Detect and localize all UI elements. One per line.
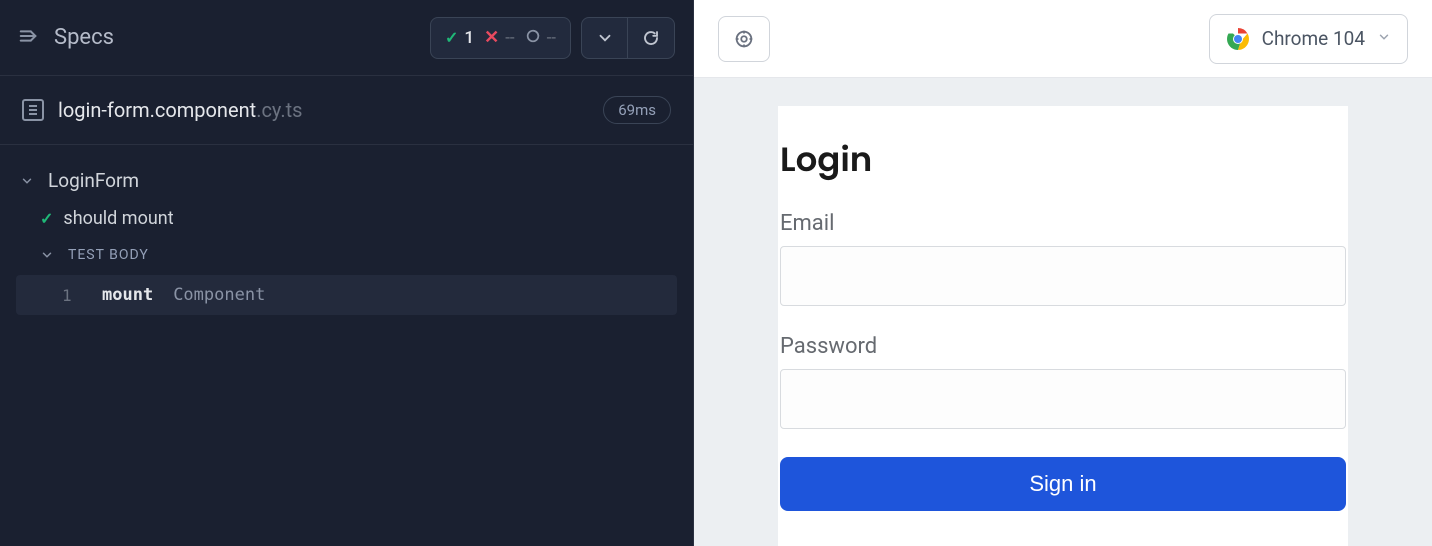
selector-playground-button[interactable] xyxy=(718,16,770,62)
test-row[interactable]: ✓ should mount xyxy=(16,198,677,239)
chevron-down-icon xyxy=(20,173,36,189)
pass-status: ✓ 1 xyxy=(445,28,474,48)
pass-count: 1 xyxy=(464,28,474,48)
check-icon: ✓ xyxy=(445,28,458,47)
spec-file-name: login-form.component.cy.ts xyxy=(58,98,303,122)
pending-icon xyxy=(525,28,541,48)
email-field[interactable] xyxy=(780,246,1346,306)
test-tree: LoginForm ✓ should mount TEST BODY 1 mou… xyxy=(0,145,693,315)
more-button[interactable] xyxy=(582,18,628,58)
command-arg: Component xyxy=(173,285,265,305)
file-icon xyxy=(22,99,44,121)
spec-file-left: login-form.component.cy.ts xyxy=(22,98,303,122)
test-name: should mount xyxy=(63,208,173,229)
login-card: Login Email Password Sign in xyxy=(778,106,1348,546)
test-status-pill: ✓ 1 ✕ -- -- xyxy=(430,17,571,59)
test-body-label: TEST BODY xyxy=(68,247,149,263)
specs-header: Specs ✓ 1 ✕ -- -- xyxy=(0,0,693,76)
fail-count: -- xyxy=(505,28,514,48)
preview-header-left xyxy=(718,16,770,62)
preview-content: Login Email Password Sign in xyxy=(694,78,1432,546)
browser-select[interactable]: Chrome 104 xyxy=(1209,14,1408,64)
password-label: Password xyxy=(780,334,1346,359)
spec-file-ext: .cy.ts xyxy=(256,98,302,122)
rerun-button[interactable] xyxy=(628,18,674,58)
suite-row[interactable]: LoginForm xyxy=(16,163,677,198)
signin-button[interactable]: Sign in xyxy=(780,457,1346,511)
pending-status: -- xyxy=(525,28,556,48)
preview-panel: Chrome 104 Login Email Password Sign in xyxy=(694,0,1432,546)
command-row[interactable]: 1 mount Component xyxy=(16,275,677,315)
specs-title: Specs xyxy=(54,25,114,50)
x-icon: ✕ xyxy=(484,27,499,48)
chrome-icon xyxy=(1226,27,1250,51)
chevron-down-icon xyxy=(40,247,56,263)
spec-file-base: login-form.component xyxy=(58,98,256,122)
spec-file-row[interactable]: login-form.component.cy.ts 69ms xyxy=(0,76,693,145)
spec-duration: 69ms xyxy=(603,96,671,124)
command-number: 1 xyxy=(62,286,82,305)
command-name: mount xyxy=(102,285,153,305)
password-field[interactable] xyxy=(780,369,1346,429)
test-body-row[interactable]: TEST BODY xyxy=(16,239,677,271)
fail-status: ✕ -- xyxy=(484,27,515,48)
chevron-down-icon xyxy=(1377,29,1391,48)
menu-arrow-icon xyxy=(18,25,40,51)
login-title: Login xyxy=(780,134,1346,185)
header-controls: ✓ 1 ✕ -- -- xyxy=(430,17,675,59)
browser-name: Chrome 104 xyxy=(1262,27,1365,50)
run-controls xyxy=(581,17,675,59)
email-label: Email xyxy=(780,211,1346,236)
check-icon: ✓ xyxy=(40,209,53,228)
suite-name: LoginForm xyxy=(48,169,139,192)
preview-header: Chrome 104 xyxy=(694,0,1432,78)
reporter-panel: Specs ✓ 1 ✕ -- -- xyxy=(0,0,694,546)
specs-title-wrap: Specs xyxy=(18,25,114,51)
pending-count: -- xyxy=(547,28,556,48)
